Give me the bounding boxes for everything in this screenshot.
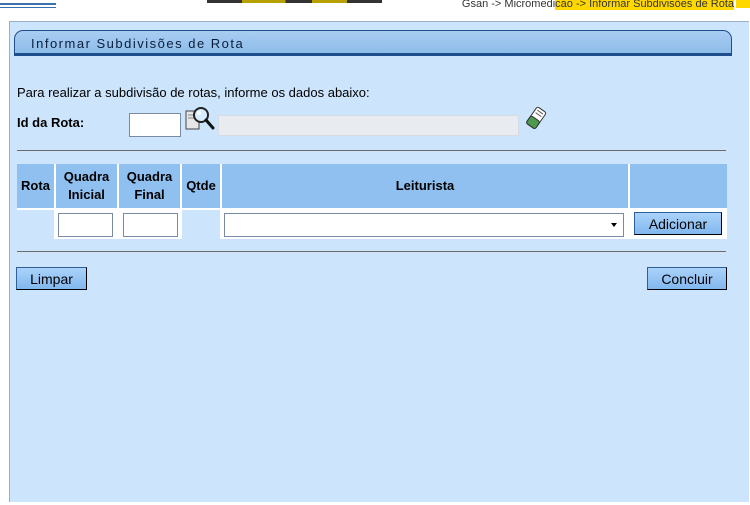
breadcrumb-path: Gsan -> Micromedi <box>461 0 556 10</box>
divider-bottom <box>17 251 726 252</box>
leiturista-select[interactable] <box>224 213 624 237</box>
subdivision-table: Rota Quadra Inicial Quadra Final Qtde Le… <box>17 164 727 239</box>
id-rota-label: Id da Rota: <box>17 115 85 130</box>
header-action <box>630 164 727 208</box>
header-rota: Rota <box>17 164 56 208</box>
id-rota-input[interactable] <box>129 113 181 137</box>
header-quadra-final-line1: Quadra <box>126 169 173 184</box>
header-qtde: Qtde <box>182 164 222 208</box>
header-quadra-final: Quadra Final <box>119 164 182 208</box>
form-title: Informar Subdivisões de Rota <box>31 36 245 51</box>
form-panel: Informar Subdivisões de Rota Para realiz… <box>9 21 749 502</box>
eraser-icon[interactable] <box>524 106 548 132</box>
header-quadra-inicial-line2: Inicial <box>68 187 105 202</box>
header-leiturista: Leiturista <box>222 164 630 208</box>
header-quadra-inicial-line1: Quadra <box>63 169 110 184</box>
cell-quadra-inicial <box>56 210 119 239</box>
cell-quadra-final <box>119 210 182 239</box>
top-banner: Gsan -> Micromedicao -> Informar Subdivi… <box>0 0 750 12</box>
breadcrumb-highlight-bar <box>736 0 750 8</box>
divider-top <box>17 150 726 151</box>
banner-stripe-thin <box>0 7 56 8</box>
quadra-final-input[interactable] <box>123 213 178 237</box>
cell-rota <box>17 210 56 239</box>
add-button[interactable]: Adicionar <box>634 212 722 235</box>
clear-button[interactable]: Limpar <box>16 267 87 290</box>
cell-leiturista <box>222 210 630 239</box>
cell-qtde <box>182 210 222 239</box>
search-icon[interactable] <box>185 106 215 134</box>
logo-fragment <box>207 0 382 3</box>
quadra-inicial-input[interactable] <box>58 213 113 237</box>
header-quadra-final-line2: Final <box>134 187 165 202</box>
form-title-bar: Informar Subdivisões de Rota <box>14 30 732 56</box>
cell-action: Adicionar <box>630 210 727 239</box>
instructions-text: Para realizar a subdivisão de rotas, inf… <box>17 85 370 100</box>
breadcrumb: Gsan -> Micromedicao -> Informar Subdivi… <box>462 0 734 11</box>
dropdown-arrow-icon <box>611 223 617 227</box>
finish-button[interactable]: Concluir <box>647 267 727 290</box>
header-quadra-inicial: Quadra Inicial <box>56 164 119 208</box>
id-rota-description <box>218 115 519 136</box>
banner-stripe <box>0 3 56 5</box>
breadcrumb-current: cao -> Informar Subdivisões de Rota <box>555 0 734 10</box>
page: Gsan -> Micromedicao -> Informar Subdivi… <box>0 0 750 505</box>
